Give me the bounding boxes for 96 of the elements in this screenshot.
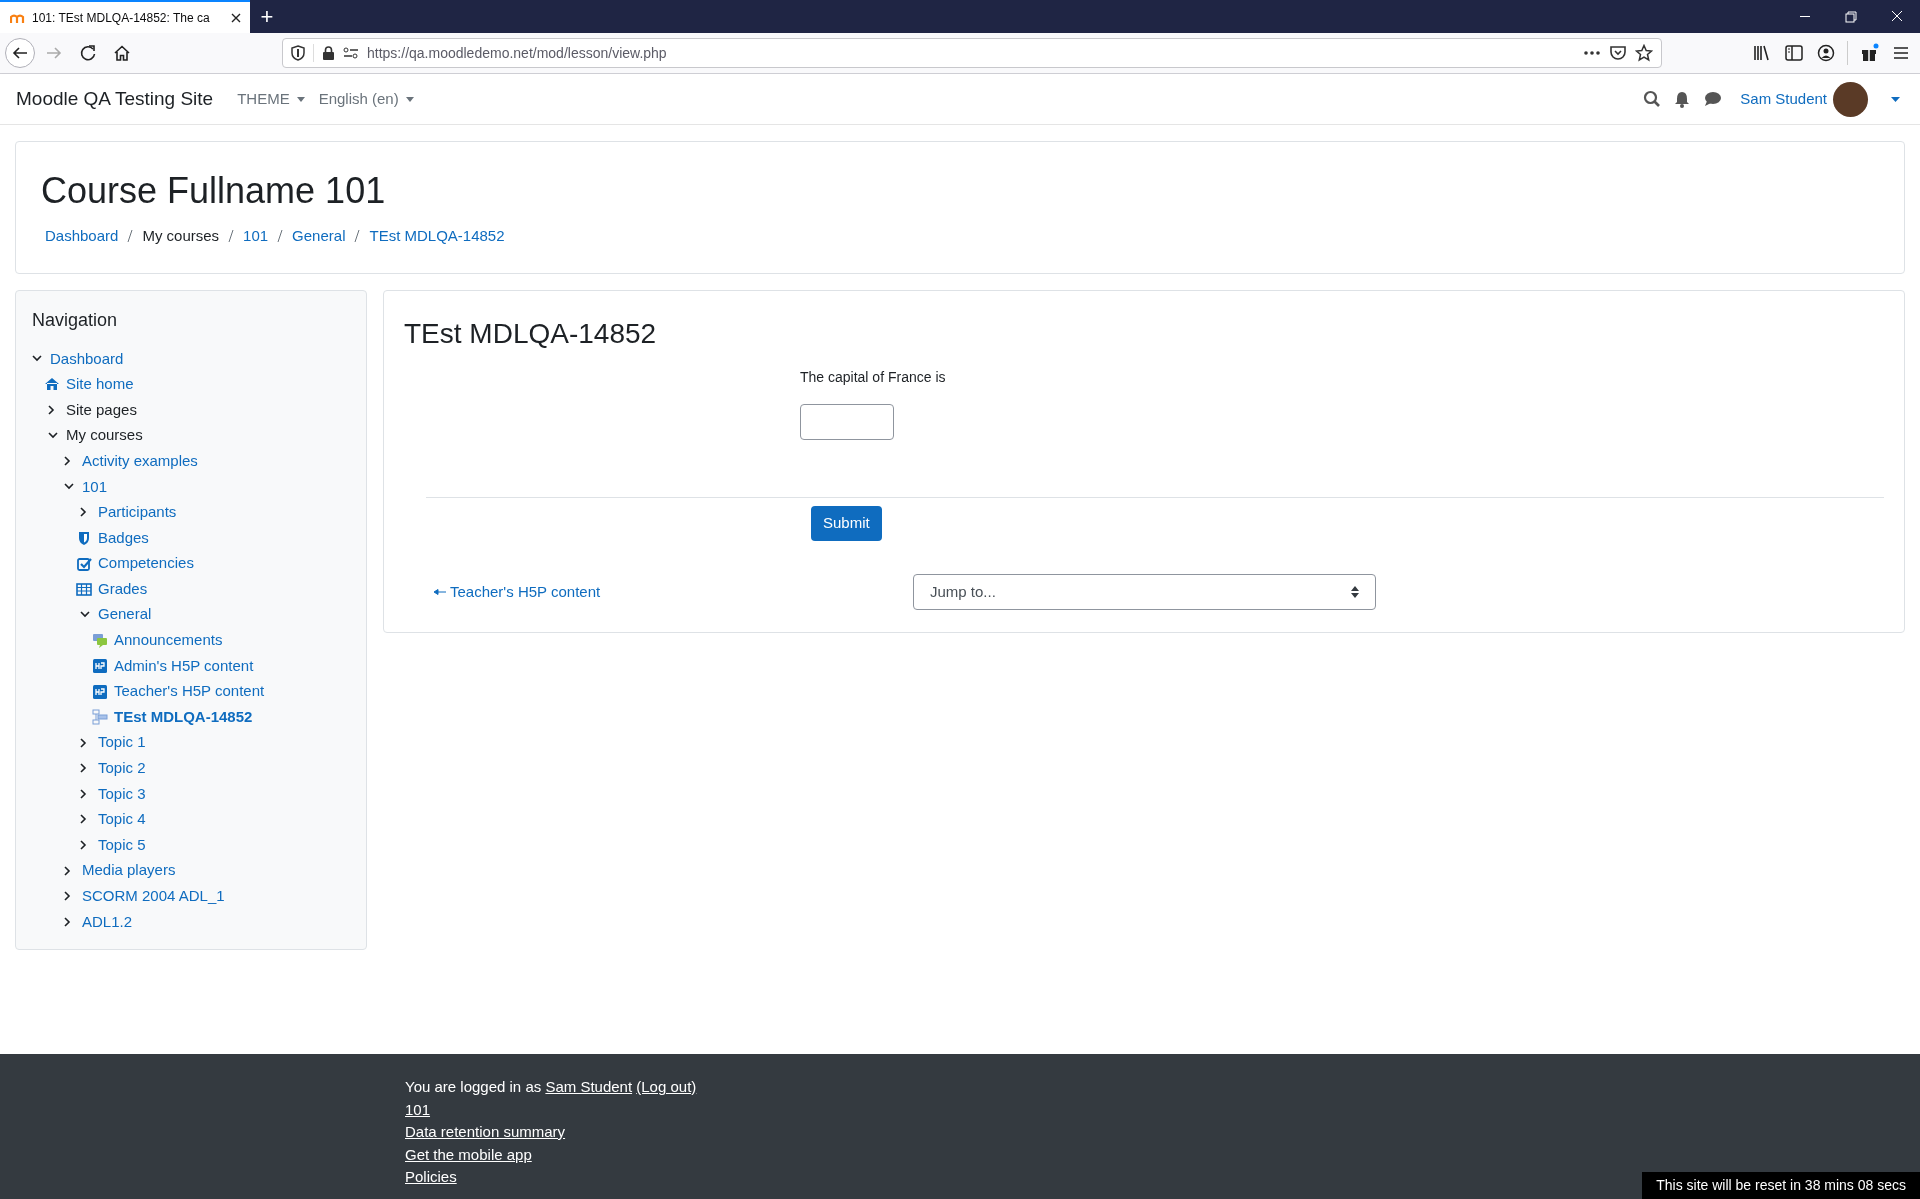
previous-page-link[interactable]: Teacher's H5P content <box>434 580 913 604</box>
shield-icon <box>291 45 305 61</box>
login-info: You are logged in as Sam Student (Log out) <box>405 1077 698 1097</box>
nav-item[interactable]: Topic 4 <box>98 808 146 831</box>
nav-item[interactable]: ADL1.2 <box>82 910 133 934</box>
url-text: https://qa.moodledemo.net/mod/lesson/view.php <box>367 43 668 63</box>
browser-tab[interactable]: 101: TEst MDLQA-14852: The ca <box>0 0 250 33</box>
footer-link[interactable]: Data retention summary <box>405 1123 566 1140</box>
site-name[interactable]: Moodle QA Testing Site <box>16 84 214 114</box>
nav-item[interactable]: Admin's H5P content <box>114 654 254 678</box>
caret-icon <box>296 96 305 102</box>
block-title: Navigation <box>32 309 119 332</box>
logout-link[interactable]: (Log out) <box>636 1078 697 1095</box>
breadcrumb-link[interactable]: TEst MDLQA-14852 <box>369 225 505 248</box>
chevron-right-icon[interactable] <box>48 405 55 415</box>
course-title: Course Fullname 101 <box>41 169 387 213</box>
lock-icon <box>322 45 335 61</box>
chevron-right-icon[interactable] <box>80 814 87 825</box>
submit-button[interactable]: Submit <box>811 506 882 541</box>
shield-icon <box>76 529 92 546</box>
new-tab-button[interactable]: + <box>250 0 284 33</box>
nav-item[interactable]: Media players <box>82 859 176 882</box>
footer-link[interactable]: 101 <box>405 1100 431 1118</box>
chevron-right-icon[interactable] <box>80 840 87 851</box>
address-bar[interactable]: https://qa.moodledemo.net/mod/lesson/view.php <box>282 38 1662 68</box>
forum-icon <box>92 632 108 649</box>
chevron-right-icon[interactable] <box>64 891 71 902</box>
dropdown-menu[interactable]: English (en) <box>318 87 414 111</box>
nav-item[interactable]: Badges <box>98 526 149 550</box>
footer-link[interactable]: Policies <box>405 1168 457 1185</box>
table-icon <box>76 581 92 598</box>
star-icon[interactable] <box>1635 44 1653 62</box>
h5p-icon <box>92 657 108 674</box>
jump-to-select[interactable]: Jump to... <box>913 574 1376 610</box>
more-icon[interactable] <box>1583 50 1601 56</box>
chevron-right-icon[interactable] <box>64 865 71 876</box>
user-menu[interactable]: Sam Student <box>1740 81 1900 117</box>
h5p-icon <box>92 683 108 700</box>
arrow-left-icon <box>434 589 446 595</box>
separator-icon <box>127 229 134 244</box>
nav-item[interactable]: Competencies <box>98 552 194 575</box>
chevron-right-icon[interactable] <box>80 763 87 774</box>
caret-icon <box>1891 96 1900 102</box>
nav-item[interactable]: Participants <box>98 501 177 524</box>
nav-item[interactable]: Topic 3 <box>98 782 146 806</box>
question-text: The capital of France is <box>800 368 946 387</box>
nav-item[interactable]: TEst MDLQA-14852 <box>114 705 253 729</box>
nav-item[interactable]: General <box>98 603 152 626</box>
search-icon[interactable] <box>1643 90 1662 108</box>
separator-icon <box>277 229 284 244</box>
home-icon <box>44 376 60 393</box>
chevron-down-icon[interactable] <box>48 432 58 440</box>
chat-icon[interactable] <box>1704 91 1723 107</box>
nav-item[interactable]: Topic 5 <box>98 833 146 857</box>
nav-item[interactable]: Announcements <box>114 629 223 652</box>
sort-caret-icon <box>1351 586 1359 598</box>
chevron-down-icon[interactable] <box>80 611 90 619</box>
tab-title: 101: TEst MDLQA-14852: The ca <box>32 9 211 27</box>
bell-icon[interactable] <box>1674 90 1691 108</box>
breadcrumb-link[interactable]: 101 <box>243 225 269 248</box>
separator-icon <box>228 229 235 244</box>
nav-item[interactable]: Grades <box>98 577 148 601</box>
nav-item[interactable]: My courses <box>66 424 143 447</box>
nav-item[interactable]: Activity examples <box>82 449 198 473</box>
chevron-right-icon[interactable] <box>80 788 87 799</box>
nav-item[interactable]: Topic 1 <box>98 731 146 754</box>
page-title: TEst MDLQA-14852 <box>404 317 658 351</box>
nav-item[interactable]: Teacher's H5P content <box>114 680 265 703</box>
chevron-right-icon[interactable] <box>80 507 87 518</box>
nav-item[interactable]: Site home <box>66 373 134 396</box>
dropdown-menu[interactable]: THEME <box>237 87 305 111</box>
chevron-right-icon[interactable] <box>64 916 71 927</box>
answer-field[interactable] <box>800 404 894 440</box>
breadcrumb-link[interactable]: General <box>292 225 346 248</box>
back-icon[interactable] <box>4 37 36 69</box>
nav-item[interactable]: 101 <box>82 475 108 498</box>
check-icon <box>76 555 92 572</box>
pocket-icon[interactable] <box>1609 45 1627 61</box>
caret-icon <box>405 96 414 102</box>
chevron-down-icon[interactable] <box>64 483 74 491</box>
chevron-right-icon[interactable] <box>80 737 87 748</box>
reset-notice: This site will be reset in 38 mins 08 secs <box>1642 1172 1920 1199</box>
separator-icon <box>354 229 361 244</box>
chevron-right-icon[interactable] <box>64 456 71 467</box>
avatar <box>1833 81 1868 117</box>
nav-item[interactable]: SCORM 2004 ADL_1 <box>82 885 225 908</box>
nav-item[interactable]: Topic 2 <box>98 757 146 780</box>
breadcrumb-link[interactable]: Dashboard <box>45 225 119 248</box>
user-link[interactable]: Sam Student <box>545 1078 633 1095</box>
chevron-down-icon[interactable] <box>32 355 42 363</box>
sliders-icon <box>343 46 359 60</box>
nav-item[interactable]: Site pages <box>66 398 137 422</box>
footer-link[interactable]: Get the mobile app <box>405 1145 532 1163</box>
close-icon[interactable] <box>230 11 242 24</box>
breadcrumb-item: My courses <box>142 226 220 246</box>
nav-item[interactable]: Dashboard <box>50 347 124 371</box>
